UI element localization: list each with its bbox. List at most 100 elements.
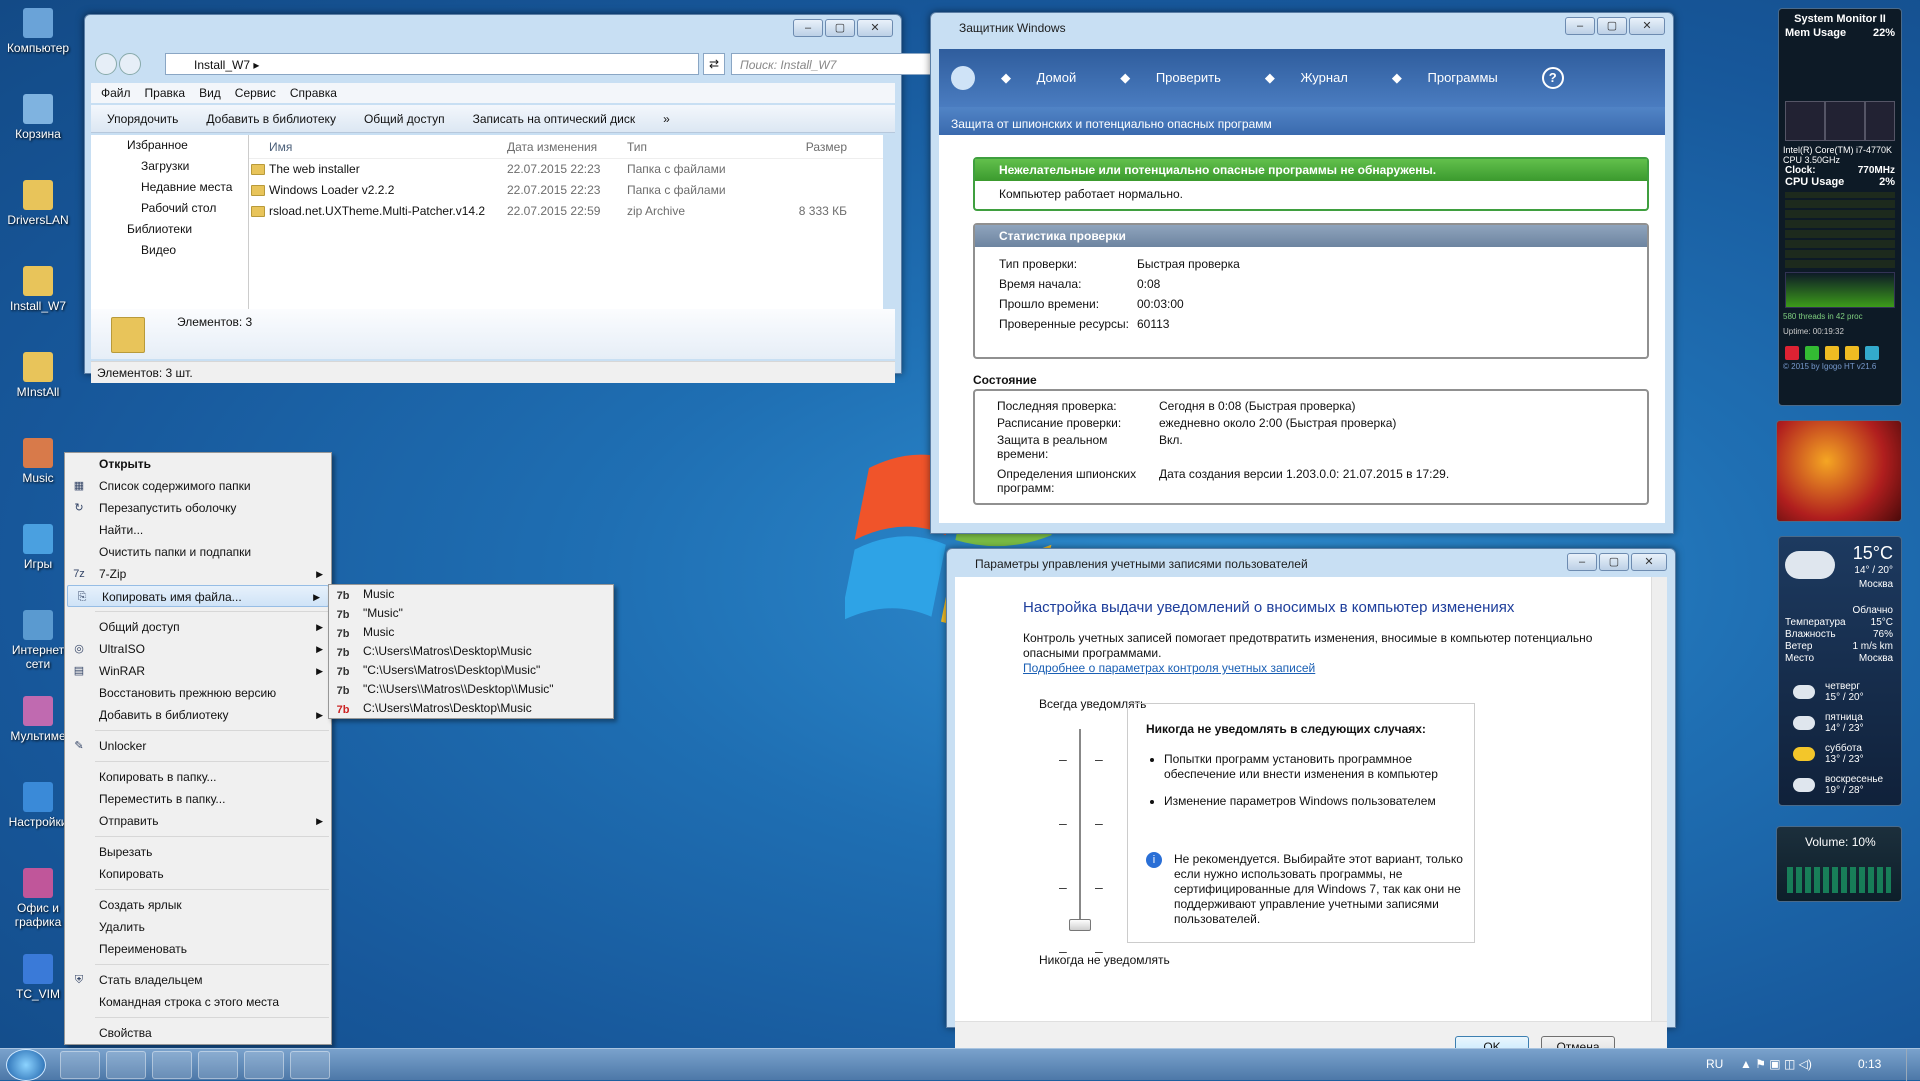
- show-desktop-button[interactable]: [1906, 1049, 1920, 1081]
- column-header[interactable]: Дата изменения: [507, 135, 627, 158]
- state-header: Состояние: [973, 373, 1037, 387]
- nav-item[interactable]: Видео: [91, 240, 248, 261]
- start-button[interactable]: [6, 1049, 46, 1081]
- menu-item[interactable]: Вид: [199, 83, 221, 103]
- desktop-icon[interactable]: Install_W7: [2, 266, 74, 313]
- nav-item[interactable]: Избранное: [91, 135, 248, 156]
- desktop-icon[interactable]: MInstAll: [2, 352, 74, 399]
- uac-slider-track[interactable]: [1079, 729, 1081, 925]
- context-menu-item[interactable]: ⛨ Стать владельцем: [65, 969, 331, 991]
- context-menu-item[interactable]: Открыть: [65, 453, 331, 475]
- submenu-item[interactable]: 7b Music: [329, 585, 613, 604]
- taskbar-explorer[interactable]: [106, 1051, 146, 1079]
- minimize-button[interactable]: ‒: [793, 19, 823, 37]
- nav-item[interactable]: Загрузки: [91, 156, 248, 177]
- context-menu-item[interactable]: Добавить в библиотеку ▶: [65, 704, 331, 726]
- submenu-item[interactable]: 7b "C:\\Users\\Matros\\Desktop\\Music": [329, 680, 613, 699]
- nav-item[interactable]: Библиотеки: [91, 219, 248, 240]
- uac-help-link[interactable]: Подробнее о параметрах контроля учетных …: [1023, 661, 1315, 675]
- context-menu-item[interactable]: Восстановить прежнюю версию: [65, 682, 331, 704]
- taskbar-uac[interactable]: [244, 1051, 284, 1079]
- weather-city: Москва: [1858, 579, 1893, 590]
- toolbar-history[interactable]: ◆ Журнал: [1265, 70, 1370, 86]
- tray-icons[interactable]: ▲ ⚑ ▣ ◫ ◁): [1740, 1057, 1828, 1073]
- file-row[interactable]: Windows Loader v2.2.2 22.07.2015 22:23 Пап…: [249, 180, 883, 201]
- command-button[interactable]: Упорядочить: [107, 112, 178, 126]
- maximize-button[interactable]: ▢: [825, 19, 855, 37]
- taskbar-app[interactable]: [198, 1051, 238, 1079]
- uac-slider-thumb[interactable]: [1069, 919, 1091, 931]
- taskbar-media[interactable]: [152, 1051, 192, 1079]
- volume-gadget[interactable]: Volume: 10%: [1776, 826, 1902, 902]
- language-indicator[interactable]: RU: [1706, 1057, 1723, 1071]
- menu-item-icon: ⎘: [77, 591, 87, 603]
- toolbar-scan[interactable]: ◆ Проверить: [1120, 70, 1243, 86]
- context-menu-item[interactable]: Переместить в папку...: [65, 788, 331, 810]
- column-header[interactable]: Имя: [249, 135, 507, 158]
- menu-item[interactable]: Сервис: [235, 83, 276, 103]
- address-bar[interactable]: Install_W7 ▸: [165, 53, 699, 75]
- menu-item[interactable]: Правка: [145, 83, 186, 103]
- context-menu-item[interactable]: Свойства: [65, 1022, 331, 1044]
- toolbar-tools[interactable]: ◆ Программы: [1392, 70, 1520, 86]
- file-row[interactable]: rsload.net.UXTheme.Multi-Patcher.v14.2 22…: [249, 201, 883, 222]
- context-menu-item[interactable]: ⎘ Копировать имя файла... ▶: [67, 585, 329, 607]
- close-button[interactable]: ✕: [857, 19, 893, 37]
- submenu-item[interactable]: 7b Music: [329, 623, 613, 642]
- column-header[interactable]: Размер: [747, 135, 847, 158]
- toolbar-home[interactable]: ◆ Домой: [1001, 70, 1098, 86]
- desktop-icon[interactable]: Компьютер: [2, 8, 74, 55]
- sysmon-buttons[interactable]: [1779, 336, 1901, 362]
- context-menu-item[interactable]: Создать ярлык: [65, 894, 331, 916]
- clock[interactable]: 0:13: [1858, 1057, 1881, 1071]
- back-button[interactable]: [951, 66, 975, 90]
- nav-item[interactable]: Рабочий стол: [91, 198, 248, 219]
- slideshow-gadget[interactable]: [1776, 420, 1902, 522]
- refresh-button[interactable]: ⇄: [703, 53, 725, 75]
- context-menu-item[interactable]: Отправить ▶: [65, 810, 331, 832]
- context-menu-item[interactable]: 7z 7-Zip ▶: [65, 563, 331, 585]
- taskbar-defender[interactable]: [290, 1051, 330, 1079]
- nav-item[interactable]: Недавние места: [91, 177, 248, 198]
- context-menu-item[interactable]: Переименовать: [65, 938, 331, 960]
- maximize-button[interactable]: ▢: [1597, 17, 1627, 35]
- context-menu-item[interactable]: Удалить: [65, 916, 331, 938]
- command-button[interactable]: Общий доступ: [364, 112, 445, 126]
- context-menu-item[interactable]: Копировать: [65, 863, 331, 885]
- context-menu-item[interactable]: ↻ Перезапустить оболочку: [65, 497, 331, 519]
- command-button[interactable]: Добавить в библиотеку: [206, 112, 336, 126]
- command-button[interactable]: Записать на оптический диск: [473, 112, 636, 126]
- taskbar-ie[interactable]: [60, 1051, 100, 1079]
- maximize-button[interactable]: ▢: [1599, 553, 1629, 571]
- submenu-item[interactable]: 7b "Music": [329, 604, 613, 623]
- minimize-button[interactable]: ‒: [1565, 17, 1595, 35]
- menu-item[interactable]: Справка: [290, 83, 337, 103]
- context-menu-item[interactable]: ✎ Unlocker: [65, 735, 331, 757]
- context-menu-item[interactable]: Очистить папки и подпапки: [65, 541, 331, 563]
- context-menu-item[interactable]: ▤ WinRAR ▶: [65, 660, 331, 682]
- context-menu-item[interactable]: Копировать в папку...: [65, 766, 331, 788]
- scrollbar[interactable]: [1651, 577, 1667, 1021]
- weather-row: Температура 15°C: [1785, 617, 1893, 628]
- submenu-item[interactable]: 7b "C:\Users\Matros\Desktop\Music": [329, 661, 613, 680]
- context-menu-item[interactable]: ◎ UltraISO ▶: [65, 638, 331, 660]
- desktop-icon[interactable]: DriversLAN: [2, 180, 74, 227]
- command-button[interactable]: »: [663, 112, 670, 126]
- context-menu-item[interactable]: Командная строка с этого места: [65, 991, 331, 1013]
- context-menu-item[interactable]: Общий доступ ▶: [65, 616, 331, 638]
- forward-button[interactable]: [119, 53, 141, 75]
- submenu-item[interactable]: 7b C:\Users\Matros\Desktop\Music: [329, 642, 613, 661]
- back-button[interactable]: [95, 53, 117, 75]
- context-menu-item[interactable]: Найти...: [65, 519, 331, 541]
- minimize-button[interactable]: ‒: [1567, 553, 1597, 571]
- menu-item[interactable]: Файл: [101, 83, 131, 103]
- desktop-icon[interactable]: Корзина: [2, 94, 74, 141]
- file-row[interactable]: The web installer 22.07.2015 22:23 Папка с…: [249, 159, 883, 180]
- column-header[interactable]: Тип: [627, 135, 747, 158]
- close-button[interactable]: ✕: [1631, 553, 1667, 571]
- close-button[interactable]: ✕: [1629, 17, 1665, 35]
- context-menu-item[interactable]: ▦ Список содержимого папки: [65, 475, 331, 497]
- submenu-item[interactable]: 7b C:\Users\Matros\Desktop\Music: [329, 699, 613, 718]
- help-icon[interactable]: ?: [1541, 67, 1564, 89]
- context-menu-item[interactable]: Вырезать: [65, 841, 331, 863]
